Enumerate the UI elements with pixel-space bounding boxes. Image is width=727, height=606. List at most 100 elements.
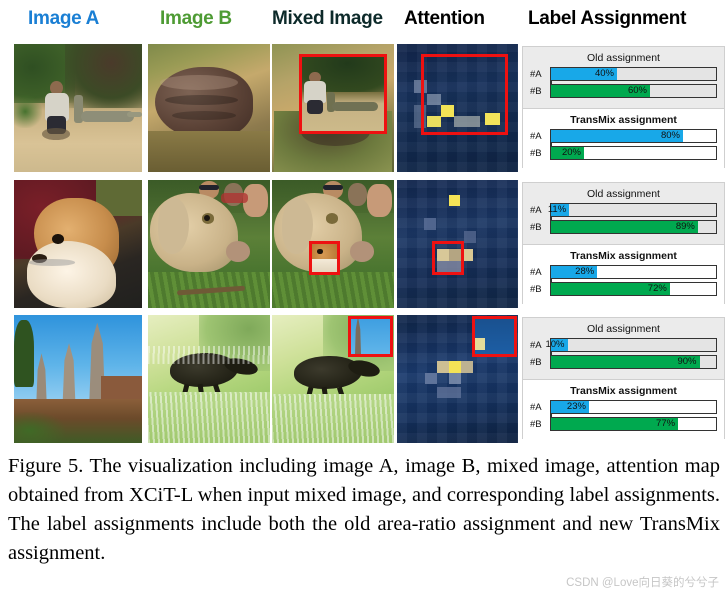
row-1-image-b <box>148 44 270 172</box>
heatmap-attention-3 <box>397 315 518 443</box>
bar-label-b: #B <box>530 85 542 97</box>
transmix-assignment-panel: TransMix assignment #A 28% #B 72% <box>523 244 724 306</box>
bar-row-a: #A 10% <box>530 338 717 352</box>
bar-track-b: 72% <box>550 282 717 296</box>
bar-fill-b: 60% <box>551 85 650 97</box>
old-assignment-panel: Old assignment #A 40% #B 60% <box>523 47 724 108</box>
row-1-mixed-image <box>272 44 394 172</box>
bar-value-b: 60% <box>627 85 647 96</box>
bar-fill-a: 80% <box>551 130 683 142</box>
bar-value-a: 40% <box>594 68 614 79</box>
bar-track-b: 60% <box>550 84 717 98</box>
row-2-image-b <box>148 180 270 308</box>
bar-track-b: 77% <box>550 417 717 431</box>
bar-row-a: #A 28% <box>530 265 717 279</box>
bar-row-b: #B 89% <box>530 220 717 234</box>
bar-value-a: 80% <box>660 130 680 141</box>
bar-label-b: #B <box>530 418 542 430</box>
bar-fill-a: 10% <box>545 339 568 351</box>
old-assignment-panel: Old assignment #A 11% #B 89% <box>523 183 724 244</box>
bar-label-b: #B <box>530 283 542 295</box>
panel-title-old: Old assignment <box>587 52 660 64</box>
row-3-image-b <box>148 315 270 443</box>
row-3-attention-map <box>397 315 518 443</box>
bar-label-a: #A <box>530 130 542 142</box>
bar-track-a: 80% <box>550 129 717 143</box>
panel-title-transmix: TransMix assignment <box>570 114 677 126</box>
bar-fill-a: 40% <box>551 68 617 80</box>
bar-value-b: 89% <box>675 221 695 232</box>
heatmap-attention-2 <box>397 180 518 308</box>
photo-temple-spires <box>14 315 142 443</box>
bar-fill-a: 23% <box>551 401 589 413</box>
bar-track-b: 89% <box>550 220 717 234</box>
row-3-image-a <box>14 315 142 443</box>
bar-value-a: 23% <box>566 401 586 412</box>
bar-row-a: #A 40% <box>530 67 717 81</box>
bar-row-b: #B 90% <box>530 355 717 369</box>
bar-row-a: #A 80% <box>530 129 717 143</box>
bar-row-a: #A 23% <box>530 400 717 414</box>
bar-track-a: 28% <box>550 265 717 279</box>
bar-row-b: #B 77% <box>530 417 717 431</box>
figure-caption: Figure 5. The visualization including im… <box>8 455 720 564</box>
row-3-label-assignment-panel: Old assignment #A 10% #B 90% TransMix as… <box>522 317 725 441</box>
photo-mixed-2 <box>272 180 394 308</box>
panel-title-transmix: TransMix assignment <box>570 385 677 397</box>
row-1-attention-map <box>397 44 518 172</box>
bar-track-a: 40% <box>550 67 717 81</box>
row-1-label-assignment-panel: Old assignment #A 40% #B 60% TransMix as… <box>522 46 725 170</box>
bar-value-b: 90% <box>677 356 697 367</box>
bar-fill-b: 72% <box>551 283 670 295</box>
bar-label-b: #B <box>530 221 542 233</box>
photo-mixed-1 <box>272 44 394 172</box>
photo-mixed-3 <box>272 315 394 443</box>
bar-fill-a: 28% <box>551 266 598 278</box>
row-2-attention-map <box>397 180 518 308</box>
row-2-image-a <box>14 180 142 308</box>
column-header-label-assignment: Label Assignment <box>528 8 687 29</box>
bar-value-b: 72% <box>647 283 667 294</box>
bar-value-a: 10% <box>545 339 565 350</box>
column-header-mixed-image: Mixed Image <box>272 8 383 29</box>
bar-fill-b: 20% <box>551 147 584 159</box>
photo-isopod <box>148 44 270 172</box>
bar-row-b: #B 20% <box>530 146 717 160</box>
photo-dog-on-grass <box>148 180 270 308</box>
panel-title-old: Old assignment <box>587 323 660 335</box>
row-3-mixed-image <box>272 315 394 443</box>
transmix-assignment-panel: TransMix assignment #A 80% #B 20% <box>523 108 724 170</box>
column-header-image-b: Image B <box>160 8 232 29</box>
bar-value-b: 20% <box>561 147 581 158</box>
heatmap-attention-1 <box>397 44 518 172</box>
bar-label-a: #A <box>530 401 542 413</box>
bar-track-a: 23% <box>550 400 717 414</box>
bar-row-b: #B 60% <box>530 84 717 98</box>
bar-track-a: 10% <box>545 338 717 352</box>
bar-value-a: 28% <box>575 266 595 277</box>
row-2-label-assignment-panel: Old assignment #A 11% #B 89% TransMix as… <box>522 182 725 306</box>
bar-fill-b: 77% <box>551 418 679 430</box>
row-2-mixed-image <box>272 180 394 308</box>
column-header-image-a: Image A <box>28 8 100 29</box>
bar-fill-b: 90% <box>551 356 700 368</box>
bar-track-b: 20% <box>550 146 717 160</box>
photo-weevil <box>148 315 270 443</box>
row-1-image-a <box>14 44 142 172</box>
bar-value-b: 77% <box>656 418 676 429</box>
watermark-text: CSDN @Love向日葵的兮兮子 <box>566 577 719 589</box>
photo-man-with-statue <box>14 44 142 172</box>
old-assignment-panel: Old assignment #A 10% #B 90% <box>523 318 724 379</box>
bar-fill-a: 11% <box>548 204 570 216</box>
bar-track-a: 11% <box>548 203 717 217</box>
bar-track-b: 90% <box>550 355 717 369</box>
bar-row-a: #A 11% <box>530 203 717 217</box>
bar-label-a: #A <box>530 266 542 278</box>
figure-page: Image A Image B Mixed Image Attention La… <box>0 0 727 606</box>
panel-title-old: Old assignment <box>587 188 660 200</box>
photo-pomeranian <box>14 180 142 308</box>
bar-label-b: #B <box>530 356 542 368</box>
bar-fill-b: 89% <box>551 221 698 233</box>
bar-label-a: #A <box>530 68 542 80</box>
panel-title-transmix: TransMix assignment <box>570 250 677 262</box>
